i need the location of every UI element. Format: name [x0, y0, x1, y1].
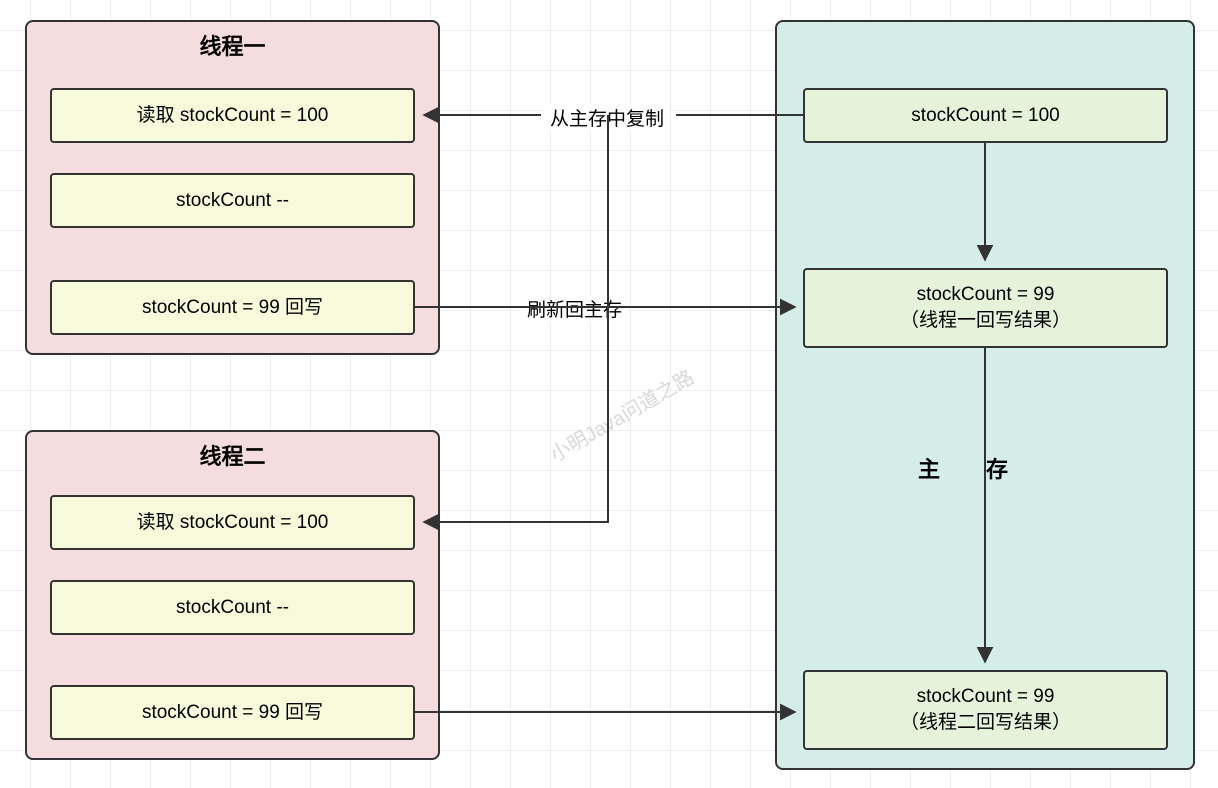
thread2-step3: stockCount = 99 回写 — [50, 685, 415, 740]
memory-cell2-line1: stockCount = 99 — [917, 282, 1055, 308]
memory-cell3-line2: （线程二回写结果） — [900, 710, 1071, 736]
thread1-title: 线程一 — [25, 28, 440, 62]
thread1-step1: 读取 stockCount = 100 — [50, 88, 415, 143]
memory-cell-after-thread2: stockCount = 99 （线程二回写结果） — [803, 670, 1168, 750]
thread2-step2: stockCount -- — [50, 580, 415, 635]
thread1-step2: stockCount -- — [50, 173, 415, 228]
thread2-title: 线程二 — [25, 438, 440, 472]
memory-cell-initial: stockCount = 100 — [803, 88, 1168, 143]
thread1-step3: stockCount = 99 回写 — [50, 280, 415, 335]
memory-cell-after-thread1: stockCount = 99 （线程一回写结果） — [803, 268, 1168, 348]
main-memory-label: 主存 — [918, 452, 1054, 484]
thread2-step1: 读取 stockCount = 100 — [50, 495, 415, 550]
edge-label-copy: 从主存中复制 — [544, 104, 670, 131]
memory-cell2-line2: （线程一回写结果） — [900, 308, 1071, 334]
memory-cell3-line1: stockCount = 99 — [917, 684, 1055, 710]
edge-label-flush: 刷新回主存 — [521, 295, 628, 322]
diagram-canvas: 小明Java问道之路 线程一 读取 stockCount = 100 stock… — [0, 0, 1218, 788]
